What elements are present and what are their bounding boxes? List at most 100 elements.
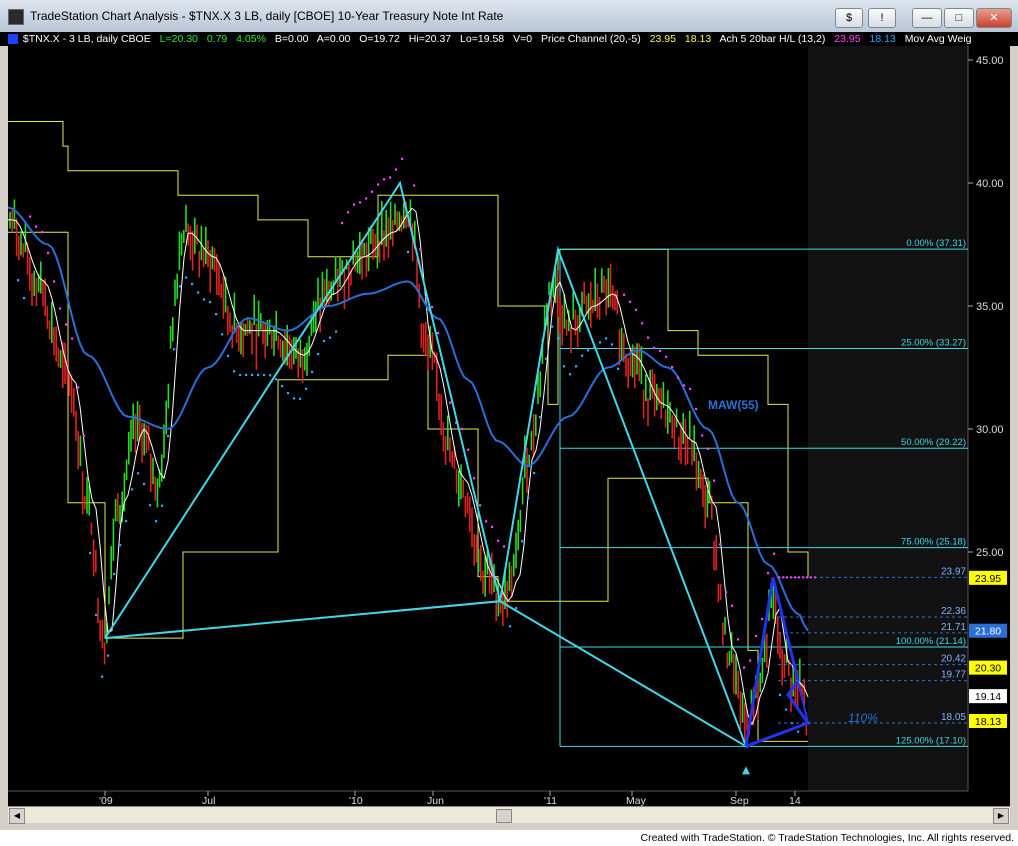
stop-dot — [365, 197, 368, 200]
status-pc-high: 23.95 — [649, 33, 676, 45]
stop-dot — [773, 552, 776, 555]
stop-dot — [173, 348, 176, 351]
stop-dot — [71, 337, 74, 340]
status-symbol: $TNX.X - 3 LB, daily CBOE — [22, 33, 151, 45]
stop-dot — [125, 520, 128, 523]
stop-dot — [617, 367, 620, 370]
x-tick-label: 14 — [789, 795, 801, 806]
status-open: O=19.72 — [359, 33, 400, 45]
price-tag: 18.13 — [969, 714, 1007, 729]
fib-level-label: 75.00% (25.18) — [901, 537, 966, 548]
stop-dot — [737, 638, 740, 641]
stop-dot — [761, 617, 764, 621]
stop-dot — [419, 248, 422, 251]
stop-dot — [389, 176, 392, 179]
fib-level-label: 100.00% (21.14) — [896, 636, 966, 647]
stop-dot — [179, 285, 182, 288]
stop-dot — [59, 307, 62, 310]
title-bar: TradeStation Chart Analysis - $TNX.X 3 L… — [0, 0, 1018, 33]
stop-dot — [629, 300, 632, 303]
stop-dot — [95, 613, 98, 616]
stop-dot — [299, 397, 302, 400]
app-icon — [8, 9, 24, 25]
stop-dot — [797, 730, 800, 733]
horizontal-scrollbar[interactable]: ◀ ▶ — [8, 806, 1010, 824]
stop-dot — [509, 625, 512, 628]
y-tick-label: 25.00 — [976, 547, 1004, 559]
scroll-thumb[interactable] — [496, 809, 512, 823]
minimize-button[interactable]: — — [912, 8, 942, 28]
stop-dot — [491, 525, 494, 528]
maximize-button[interactable]: □ — [944, 8, 974, 28]
stop-dot — [311, 370, 314, 374]
stop-dot — [305, 387, 308, 390]
stop-dot — [281, 384, 284, 388]
stop-dot — [233, 370, 236, 373]
stop-dot — [461, 427, 464, 431]
stop-dot — [641, 322, 644, 325]
stop-dot — [545, 357, 548, 360]
symbol-menu-button[interactable]: $ — [835, 8, 863, 28]
stop-dot — [347, 211, 350, 214]
status-ach-label: Ach 5 20bar H/L (13,2) — [719, 33, 826, 45]
stop-dot — [575, 365, 578, 368]
stop-dot — [221, 333, 224, 336]
stop-dot — [35, 225, 38, 228]
stop-dot — [293, 397, 296, 400]
price-tag: 23.95 — [969, 570, 1007, 585]
stop-dot — [197, 291, 200, 294]
price-tag-label: 19.14 — [975, 691, 1001, 703]
stop-dot — [329, 336, 332, 339]
price-chart[interactable]: 45.00 40.00 35.00 30.00 25.00 0.00% (37.31) 2… — [7, 46, 1010, 807]
stop-dot — [473, 477, 476, 480]
status-ask: A=0.00 — [316, 33, 351, 45]
scroll-right-icon[interactable]: ▶ — [993, 808, 1009, 824]
stop-dot — [377, 183, 380, 186]
chart-area[interactable]: 45.00 40.00 35.00 30.00 25.00 0.00% (37.31) 2… — [7, 46, 1010, 820]
stop-dot — [203, 298, 206, 301]
stop-dot — [467, 448, 470, 451]
scroll-left-icon[interactable]: ◀ — [9, 808, 25, 824]
stop-dot — [659, 349, 662, 352]
status-maw-label: Mov Avg Weig — [904, 33, 972, 45]
stop-dot — [767, 572, 770, 575]
x-tick-label: '11 — [544, 795, 557, 806]
stop-dot — [401, 157, 404, 160]
stop-dot — [695, 407, 698, 411]
symbol-swatch — [8, 34, 18, 44]
stop-dot — [239, 373, 242, 377]
stop-dot — [119, 544, 122, 547]
status-last: L=20.30 — [159, 33, 198, 45]
stop-dot — [485, 520, 488, 523]
pct-label: 110% — [848, 711, 878, 725]
alert-menu-button[interactable]: ! — [868, 8, 896, 28]
y-tick-label: 45.00 — [976, 55, 1004, 67]
stop-dot — [635, 308, 638, 311]
stop-dot — [407, 250, 410, 254]
stop-dot — [539, 415, 542, 419]
stop-dot — [731, 604, 734, 607]
footer: Created with TradeStation. © TradeStatio… — [0, 830, 1018, 846]
stop-dot — [725, 591, 728, 594]
stop-dot — [605, 337, 608, 340]
stop-dot — [131, 488, 134, 491]
stop-dot — [209, 301, 212, 304]
status-pct: 4.05% — [236, 33, 266, 45]
stop-dot — [653, 346, 656, 350]
close-button[interactable]: ✕ — [976, 8, 1012, 28]
level-label: 20.42 — [941, 654, 966, 665]
stop-dot — [263, 373, 266, 377]
stop-dot — [449, 401, 452, 404]
stop-dot — [323, 339, 326, 343]
level-label: 23.97 — [941, 566, 966, 577]
stop-dot — [251, 373, 254, 377]
stop-dot — [683, 384, 686, 387]
stop-dot — [191, 282, 194, 285]
status-high: Hi=20.37 — [408, 33, 452, 45]
price-tag: 21.80 — [969, 623, 1007, 638]
stop-dot — [707, 447, 710, 450]
stop-dot — [167, 434, 170, 438]
level-label: 19.77 — [941, 670, 966, 681]
stop-dot — [521, 540, 524, 543]
stop-dot — [245, 373, 248, 377]
